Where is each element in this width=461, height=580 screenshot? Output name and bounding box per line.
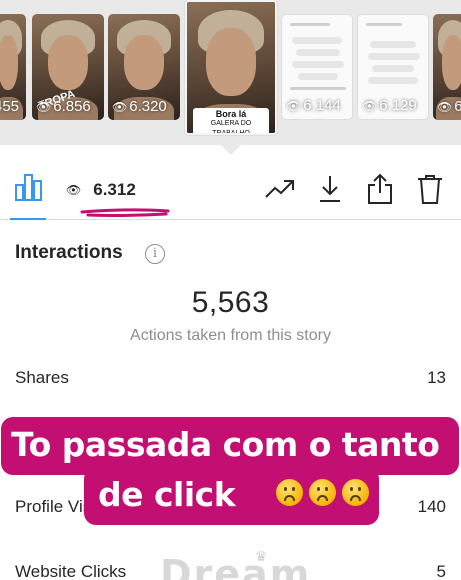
metric-row-shares: Shares 13 <box>15 368 446 398</box>
emoji-group <box>276 479 369 506</box>
info-icon[interactable]: i <box>145 244 165 264</box>
metric-value: 5 <box>436 562 446 580</box>
interactions-total: 5,563 <box>191 286 270 319</box>
interactions-title: Interactions <box>15 242 123 263</box>
story-thumbnail-strip: 455 TROPA 👁6.856 👁6.320 Bora lá GALERA D… <box>0 0 461 145</box>
eye-icon: 👁 <box>36 99 52 114</box>
eye-icon: 👁 <box>362 98 378 113</box>
trash-icon <box>418 175 442 204</box>
story-toolbar: 👁 6.312 <box>0 158 461 220</box>
view-count: 👁 6.856 <box>36 98 91 115</box>
story-thumbnail[interactable]: 👁 6.129 <box>357 14 429 120</box>
story-thumbnail[interactable]: 455 <box>0 14 26 120</box>
eye-icon: 👁 <box>437 99 453 114</box>
watermark-text: Dream <box>160 552 312 580</box>
download-button[interactable] <box>314 172 346 206</box>
story-thumbnail[interactable]: 👁 6 <box>433 14 461 120</box>
metric-label: Shares <box>15 368 69 387</box>
share-icon <box>368 173 392 204</box>
view-count: 👁 6.144 <box>286 97 341 114</box>
eye-icon: 👁 <box>286 98 302 113</box>
crown-icon: ♛ <box>255 548 268 564</box>
frowning-face-icon <box>309 479 336 506</box>
view-count: 👁 6.320 <box>112 98 167 115</box>
promote-button[interactable] <box>264 172 296 206</box>
frowning-face-icon <box>276 479 303 506</box>
eye-icon: 👁 <box>66 183 82 197</box>
delete-button[interactable] <box>414 172 446 206</box>
active-tab-indicator <box>10 218 46 220</box>
insights-tab[interactable] <box>12 170 46 210</box>
frowning-face-icon <box>342 479 369 506</box>
viewers-button[interactable]: 👁 6.312 <box>66 180 136 200</box>
eye-icon: 👁 <box>112 99 128 114</box>
download-icon <box>320 176 340 202</box>
trending-arrow-icon <box>265 180 294 198</box>
view-count: 👁 6 <box>437 98 461 115</box>
view-count: 455 <box>0 98 20 115</box>
view-count: 👁 6.129 <box>362 97 417 114</box>
selection-pointer <box>221 145 241 155</box>
selected-story-thumbnail[interactable]: Bora lá GALERA DO TRABALHO <box>185 0 277 135</box>
story-thumbnail[interactable]: 👁 6.144 <box>281 14 353 120</box>
viewers-count: 6.312 <box>93 180 136 199</box>
bar-chart-icon <box>15 174 42 201</box>
metric-label: Website Clicks <box>15 562 127 580</box>
metric-value: 13 <box>427 368 446 387</box>
highlight-underline-scribble <box>80 208 170 217</box>
story-thumbnail[interactable]: 👁 6.320 <box>108 14 180 120</box>
sticker-text-line1: To passada com o tanto <box>11 425 440 464</box>
interactions-subtitle: Actions taken from this story <box>130 327 331 344</box>
sticker-text-line2: de click <box>98 475 236 514</box>
share-button[interactable] <box>364 172 396 206</box>
metric-value: 140 <box>417 497 446 516</box>
story-caption: Bora lá GALERA DO TRABALHO <box>193 108 269 133</box>
story-thumbnail[interactable]: TROPA 👁 6.856 <box>32 14 104 120</box>
